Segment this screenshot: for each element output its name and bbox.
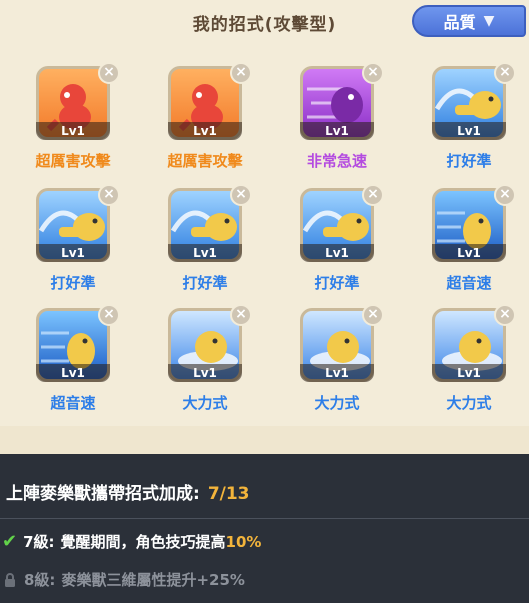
moves-grid: Lv1 × 超厲害攻擊 Lv1 × 超厲害攻擊 Lv1 × 非常急速 Lv1 × 打好準 Lv1 × 打好準… bbox=[22, 62, 522, 426]
bonus-tier-7: ✔ 7級: 覺醒期間，角色技巧提高10% bbox=[2, 531, 261, 552]
bonus-heading: 上陣麥樂獸攜帶招式加成: 7/13 bbox=[6, 479, 250, 504]
move-level: Lv1 bbox=[432, 122, 506, 140]
move-card[interactable]: Lv1 × 超厲害攻擊 bbox=[154, 62, 264, 181]
move-name: 超厲害攻擊 bbox=[35, 152, 111, 170]
move-level: Lv1 bbox=[300, 244, 374, 262]
move-level: Lv1 bbox=[36, 122, 110, 140]
quality-button-label: 品質 bbox=[443, 13, 476, 32]
close-icon[interactable]: × bbox=[98, 184, 120, 206]
tier-7-text: 覺醒期間，角色技巧提高10% bbox=[60, 533, 262, 551]
bonus-tier-8: 8級: 麥樂獸三維屬性提升+25% bbox=[2, 569, 245, 590]
close-icon[interactable]: × bbox=[494, 62, 516, 84]
move-level: Lv1 bbox=[36, 364, 110, 382]
close-icon[interactable]: × bbox=[98, 62, 120, 84]
close-icon[interactable]: × bbox=[494, 304, 516, 326]
close-icon[interactable]: × bbox=[362, 62, 384, 84]
move-name: 大力式 bbox=[182, 394, 228, 412]
move-card[interactable]: Lv1 × 非常急速 bbox=[286, 62, 396, 181]
move-level: Lv1 bbox=[300, 364, 374, 382]
move-card[interactable]: Lv1 × 超厲害攻擊 bbox=[22, 62, 132, 181]
move-card[interactable]: Lv1 × 超音速 bbox=[22, 304, 132, 423]
move-name: 打好準 bbox=[446, 152, 492, 170]
move-name: 大力式 bbox=[446, 394, 492, 412]
move-card[interactable]: Lv1 × 大力式 bbox=[418, 304, 528, 423]
divider bbox=[0, 518, 529, 519]
move-name: 打好準 bbox=[50, 274, 96, 292]
move-level: Lv1 bbox=[300, 122, 374, 140]
tier-7-level: 7級: bbox=[23, 533, 55, 551]
quality-filter-button[interactable]: 品質 ▼ bbox=[412, 5, 526, 37]
moves-panel: 我的招式(攻擊型) 品質 ▼ Lv1 × 超厲害攻擊 Lv1 × 超厲害攻擊 Lv1 × 非常急… bbox=[0, 0, 529, 454]
move-card[interactable]: Lv1 × 大力式 bbox=[154, 304, 264, 423]
move-name: 超音速 bbox=[50, 394, 96, 412]
move-card[interactable]: Lv1 × 超音速 bbox=[418, 184, 528, 303]
move-name: 打好準 bbox=[314, 274, 360, 292]
move-level: Lv1 bbox=[36, 244, 110, 262]
move-card[interactable]: Lv1 × 打好準 bbox=[418, 62, 528, 181]
chevron-down-icon: ▼ bbox=[483, 13, 495, 29]
tier-8-level: 8級: bbox=[24, 571, 56, 589]
move-level: Lv1 bbox=[168, 244, 242, 262]
move-card[interactable]: Lv1 × 打好準 bbox=[22, 184, 132, 303]
move-name: 大力式 bbox=[314, 394, 360, 412]
close-icon[interactable]: × bbox=[230, 304, 252, 326]
move-name: 超音速 bbox=[446, 274, 492, 292]
move-level: Lv1 bbox=[168, 122, 242, 140]
move-name: 超厲害攻擊 bbox=[167, 152, 243, 170]
move-card[interactable]: Lv1 × 打好準 bbox=[154, 184, 264, 303]
bonus-heading-text: 上陣麥樂獸攜帶招式加成: bbox=[6, 484, 200, 504]
close-icon[interactable]: × bbox=[494, 184, 516, 206]
close-icon[interactable]: × bbox=[98, 304, 120, 326]
close-icon[interactable]: × bbox=[230, 184, 252, 206]
bonus-info-panel: 上陣麥樂獸攜帶招式加成: 7/13 ✔ 7級: 覺醒期間，角色技巧提高10% 8級… bbox=[0, 455, 529, 603]
close-icon[interactable]: × bbox=[362, 304, 384, 326]
checkmark-icon: ✔ bbox=[2, 531, 18, 552]
close-icon[interactable]: × bbox=[230, 62, 252, 84]
lock-icon bbox=[5, 572, 15, 587]
move-name: 打好準 bbox=[182, 274, 228, 292]
move-name: 非常急速 bbox=[306, 152, 367, 170]
bonus-count: 7/13 bbox=[207, 484, 250, 504]
move-level: Lv1 bbox=[432, 244, 506, 262]
move-level: Lv1 bbox=[432, 364, 506, 382]
close-icon[interactable]: × bbox=[362, 184, 384, 206]
scroll-edge bbox=[0, 426, 529, 454]
move-card[interactable]: Lv1 × 大力式 bbox=[286, 304, 396, 423]
tier-8-text: 麥樂獸三維屬性提升+25% bbox=[61, 571, 245, 589]
move-level: Lv1 bbox=[168, 364, 242, 382]
move-card[interactable]: Lv1 × 打好準 bbox=[286, 184, 396, 303]
